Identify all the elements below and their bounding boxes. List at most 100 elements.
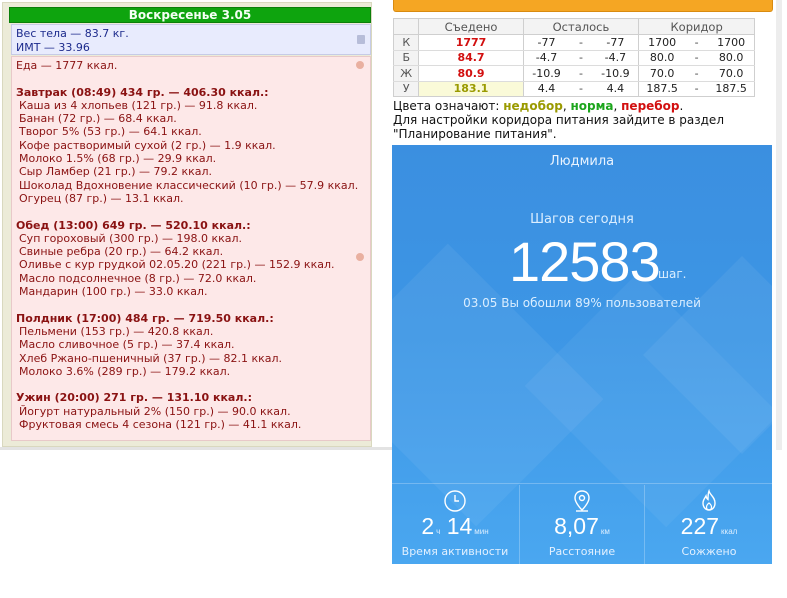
row-label: У — [392, 81, 420, 97]
dash: - — [569, 81, 593, 97]
legend-norm: норма — [570, 99, 614, 113]
food-item: Молоко 1.5% (68 гр.) — 29.9 ккал. — [19, 152, 217, 166]
food-item: Суп гороховый (300 гр.) — 198.0 ккал. — [19, 231, 243, 245]
left-max: -4.7 — [592, 50, 640, 66]
weight-value: Вес тела — 83.7 кг. — [16, 27, 129, 40]
header-eaten: Съедено — [418, 18, 524, 35]
divider — [0, 447, 392, 450]
left-min: -77 — [523, 34, 570, 51]
steps-value: 12583 — [509, 230, 661, 293]
dash: - — [569, 34, 593, 51]
food-item: Хлеб Ржано-пшеничный (37 гр.) — 82.1 кка… — [19, 351, 283, 365]
left-min: 4.4 — [523, 81, 570, 97]
food-item: Огурец (87 гр.) — 13.1 ккал. — [19, 191, 184, 205]
left-min: -4.7 — [523, 50, 570, 66]
left-max: 4.4 — [592, 81, 640, 97]
stat-caption: Расстояние — [548, 545, 616, 558]
scrollbar[interactable] — [776, 0, 782, 450]
stat-active-time[interactable]: 2ч 14 мин Время активности — [392, 485, 518, 564]
weight-box: Вес тела — 83.7 кг. ИМТ — 33.96 — [11, 24, 371, 55]
legend-under: недобор — [503, 99, 563, 113]
stat-hours: 2 — [421, 513, 435, 539]
header-corridor: Коридор — [638, 18, 755, 35]
table-row: У 183.1 4.4 - 4.4 187.5 - 187.5 — [392, 81, 756, 97]
stat-minutes-unit: мин — [474, 527, 489, 536]
apple-icon[interactable] — [356, 61, 364, 69]
clock-icon — [444, 490, 466, 512]
dash: - — [685, 65, 709, 82]
user-name: Людмила — [549, 154, 615, 169]
food-item: Кофе растворимый сухой (2 гр.) — 1.9 кка… — [19, 138, 276, 152]
left-min: -10.9 — [523, 65, 570, 82]
left-max: -10.9 — [592, 65, 640, 82]
corridor-min: 1700 — [638, 34, 686, 51]
trash-icon[interactable] — [357, 35, 365, 44]
food-item: Творог 5% (53 гр.) — 64.1 ккал. — [19, 125, 202, 139]
corridor-max: 187.5 — [708, 81, 756, 97]
table-corner — [392, 18, 420, 35]
stat-caption: Время активности — [401, 545, 509, 558]
location-pin-icon — [574, 490, 590, 512]
steps-label: Шагов сегодня — [530, 212, 634, 227]
meal-title-breakfast: Завтрак (08:49) 434 гр. — 406.30 ккал.: — [16, 85, 269, 99]
legend-over: перебор — [621, 99, 680, 113]
flame-icon — [702, 489, 716, 511]
steps-comparison: 03.05 Вы обошли 89% пользователей — [463, 296, 701, 310]
dash: - — [685, 81, 709, 97]
divider — [392, 483, 772, 484]
header-left: Осталось — [522, 18, 640, 35]
corridor-min: 70.0 — [638, 65, 686, 82]
legend-comma: , — [613, 99, 622, 113]
food-item: Оливье с кур грудкой 02.05.20 (221 гр.) … — [19, 258, 335, 272]
dash: - — [569, 65, 593, 82]
legend-prefix: Цвета означают: — [393, 99, 504, 113]
stat-burned-unit: ккал — [721, 527, 738, 536]
stat-burned-value: 227 — [680, 513, 720, 539]
eaten-value: 80.9 — [418, 65, 524, 82]
step-counter-screenshot: Людмила Шагов сегодня 12583 шаг. 03.05 В… — [392, 145, 772, 564]
table-row: Б 84.7 -4.7 - -4.7 80.0 - 80.0 — [392, 50, 756, 66]
corridor-max: 70.0 — [708, 65, 756, 82]
stat-minutes: 14 — [446, 513, 473, 539]
dash: - — [569, 50, 593, 66]
food-item: Шоколад Вдохновение классический (10 гр.… — [19, 178, 359, 192]
day-header[interactable]: Воскресенье 3.05 — [9, 7, 371, 23]
row-label: Ж — [392, 65, 420, 82]
food-item: Каша из 4 хлопьев (121 гр.) — 91.8 ккал. — [19, 98, 258, 112]
corridor-min: 187.5 — [638, 81, 686, 97]
food-item: Масло сливочное (5 гр.) — 37.4 ккал. — [19, 338, 235, 352]
eaten-value: 1777 — [418, 34, 524, 51]
stat-hours-unit: ч — [436, 527, 441, 536]
orange-action-button[interactable] — [393, 0, 773, 12]
meal-title-dinner: Ужин (20:00) 271 гр. — 131.10 ккал.: — [16, 391, 252, 405]
food-total: Еда — 1777 ккал. — [16, 59, 118, 72]
eaten-value: 84.7 — [418, 50, 524, 66]
food-item: Свиные ребра (20 гр.) — 64.2 ккал. — [19, 245, 224, 259]
corridor-max: 1700 — [708, 34, 756, 51]
food-item: Пельмени (153 гр.) — 420.8 ккал. — [19, 324, 214, 338]
stat-distance[interactable]: 8,07 км Расстояние — [519, 485, 645, 564]
food-diary-panel: Воскресенье 3.05 Вес тела — 83.7 кг. ИМТ… — [2, 2, 372, 447]
left-max: -77 — [592, 34, 640, 51]
food-item: Йогурт натуральный 2% (150 гр.) — 90.0 к… — [19, 404, 291, 418]
corridor-max: 80.0 — [708, 50, 756, 66]
legend-period: . — [679, 99, 684, 113]
stat-distance-unit: км — [600, 527, 610, 536]
stat-distance-value: 8,07 — [554, 513, 599, 539]
eaten-value: 183.1 — [418, 81, 524, 97]
row-label: К — [392, 34, 420, 51]
color-legend-note: Цвета означают: недобор, норма, перебор.… — [393, 99, 773, 141]
dash: - — [685, 34, 709, 51]
apple-icon[interactable] — [356, 253, 364, 261]
food-item: Молоко 3.6% (289 гр.) — 179.2 ккал. — [19, 364, 231, 378]
food-item: Масло подсолнечное (8 гр.) — 72.0 ккал. — [19, 271, 257, 285]
dash: - — [685, 50, 709, 66]
meal-title-snack: Полдник (17:00) 484 гр. — 719.50 ккал.: — [16, 311, 274, 325]
table-row: Ж 80.9 -10.9 - -10.9 70.0 - 70.0 — [392, 65, 756, 82]
nutrition-table: Съедено Осталось Коридор К 1777 -77 - -7… — [392, 18, 756, 97]
row-label: Б — [392, 50, 420, 66]
corridor-hint: Для настройки коридора питания зайдите в… — [393, 113, 724, 141]
stat-burned[interactable]: 227 ккал Сожжено — [646, 485, 772, 564]
stat-caption: Сожжено — [681, 545, 737, 558]
meal-title-lunch: Обед (13:00) 649 гр. — 520.10 ккал.: — [16, 218, 251, 232]
